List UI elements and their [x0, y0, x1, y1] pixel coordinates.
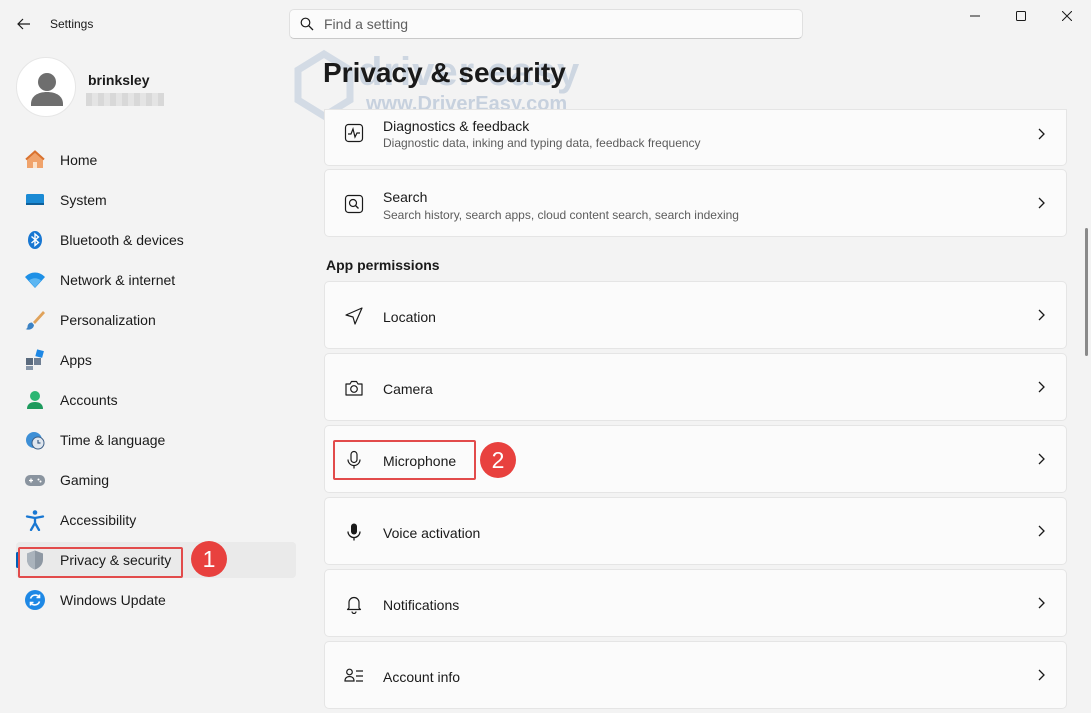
- system-icon: [24, 189, 46, 211]
- sidebar-item-label: Time & language: [60, 432, 166, 448]
- sidebar-item-gaming[interactable]: Gaming: [16, 462, 296, 498]
- card-title: Search: [383, 189, 428, 205]
- back-arrow-icon: [17, 18, 30, 30]
- diagnostics-icon: [343, 122, 365, 144]
- close-icon: [1062, 11, 1072, 21]
- close-button[interactable]: [1044, 4, 1090, 28]
- search-input[interactable]: [324, 16, 764, 32]
- card-title: Camera: [383, 381, 433, 397]
- search-box[interactable]: [289, 9, 803, 39]
- step-badge-2: 2: [480, 442, 516, 478]
- bluetooth-icon: [24, 229, 46, 251]
- sidebar-item-home[interactable]: Home: [16, 142, 296, 178]
- chevron-right-icon: [1038, 309, 1045, 321]
- highlight-box-step-2: [333, 440, 476, 480]
- time-language-icon: [24, 429, 46, 451]
- step-badge-1: 1: [191, 541, 227, 577]
- sidebar-item-label: System: [60, 192, 107, 208]
- card-voice-activation[interactable]: Voice activation: [324, 497, 1067, 565]
- card-title: Voice activation: [383, 525, 481, 541]
- profile-email-redacted: [86, 93, 164, 106]
- chevron-right-icon: [1038, 197, 1045, 209]
- accounts-icon: [24, 389, 46, 411]
- accessibility-icon: [24, 509, 46, 531]
- sidebar-item-personalization[interactable]: Personalization: [16, 302, 296, 338]
- chevron-right-icon: [1038, 669, 1045, 681]
- sidebar-item-label: Network & internet: [60, 272, 176, 288]
- sidebar-item-system[interactable]: System: [16, 182, 296, 218]
- card-camera[interactable]: Camera: [324, 353, 1067, 421]
- user-avatar-icon: [31, 73, 63, 106]
- wifi-icon: [24, 269, 46, 291]
- avatar[interactable]: [16, 57, 76, 117]
- card-title: Account info: [383, 669, 461, 685]
- account-info-icon: [343, 665, 365, 687]
- chevron-right-icon: [1038, 381, 1045, 393]
- sidebar-item-label: Accounts: [60, 392, 118, 408]
- sidebar-item-network[interactable]: Network & internet: [16, 262, 296, 298]
- sidebar-item-label: Bluetooth & devices: [60, 232, 184, 248]
- card-diagnostics-feedback[interactable]: Diagnostics & feedback Diagnostic data, …: [324, 109, 1067, 166]
- brush-icon: [24, 309, 46, 331]
- sidebar-item-bluetooth[interactable]: Bluetooth & devices: [16, 222, 296, 258]
- sidebar-item-label: Apps: [60, 352, 92, 368]
- search-permission-icon: [343, 193, 365, 215]
- chevron-right-icon: [1038, 128, 1045, 140]
- card-account-info[interactable]: Account info: [324, 641, 1067, 709]
- bell-icon: [343, 593, 365, 615]
- sidebar-item-windows-update[interactable]: Windows Update: [16, 582, 296, 618]
- scrollbar-thumb[interactable]: [1085, 228, 1088, 356]
- app-title: Settings: [50, 17, 94, 31]
- gamepad-icon: [24, 469, 46, 491]
- minimize-button[interactable]: [952, 4, 998, 28]
- search-icon: [300, 17, 314, 31]
- card-description: Diagnostic data, inking and typing data,…: [383, 136, 701, 150]
- card-location[interactable]: Location: [324, 281, 1067, 349]
- maximize-icon: [1016, 11, 1026, 21]
- sidebar-item-label: Personalization: [60, 312, 156, 328]
- sidebar-item-label: Gaming: [60, 472, 110, 488]
- profile-name: brinksley: [88, 72, 150, 88]
- page-title: Privacy & security: [323, 57, 566, 88]
- card-title: Diagnostics & feedback: [383, 118, 530, 134]
- card-title: Notifications: [383, 597, 460, 613]
- sidebar-item-apps[interactable]: Apps: [16, 342, 296, 378]
- card-search-permissions[interactable]: Search Search history, search apps, clou…: [324, 169, 1067, 237]
- apps-icon: [24, 349, 46, 371]
- card-title: Location: [383, 309, 436, 325]
- card-description: Search history, search apps, cloud conte…: [383, 208, 739, 222]
- sidebar-item-accessibility[interactable]: Accessibility: [16, 502, 296, 538]
- back-button[interactable]: [10, 12, 38, 36]
- minimize-icon: [970, 15, 980, 17]
- card-notifications[interactable]: Notifications: [324, 569, 1067, 637]
- chevron-right-icon: [1038, 597, 1045, 609]
- sidebar-item-label: Home: [60, 152, 98, 168]
- title-bar: Settings: [0, 0, 1091, 48]
- camera-icon: [343, 377, 365, 399]
- voice-activation-icon: [343, 521, 365, 543]
- maximize-button[interactable]: [998, 4, 1044, 28]
- sidebar-item-label: Windows Update: [60, 592, 166, 608]
- update-icon: [24, 589, 46, 611]
- location-icon: [343, 305, 365, 327]
- highlight-box-step-1: [18, 547, 183, 578]
- sidebar-item-accounts[interactable]: Accounts: [16, 382, 296, 418]
- home-icon: [24, 149, 46, 171]
- sidebar-item-label: Accessibility: [60, 512, 137, 528]
- chevron-right-icon: [1038, 453, 1045, 465]
- section-heading-app-permissions: App permissions: [326, 257, 440, 273]
- chevron-right-icon: [1038, 525, 1045, 537]
- sidebar-item-time-language[interactable]: Time & language: [16, 422, 296, 458]
